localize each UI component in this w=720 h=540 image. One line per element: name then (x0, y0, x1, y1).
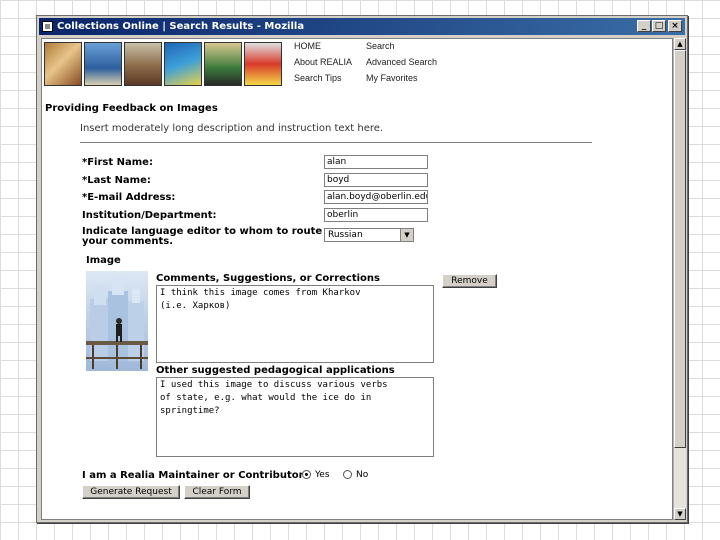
banner-tile-building (124, 42, 162, 86)
nav-search-tips-link[interactable]: Search Tips (294, 73, 342, 83)
nav-search-link[interactable]: Search (366, 41, 395, 51)
banner-tile-letter-l (164, 42, 202, 86)
yes-label: Yes (315, 470, 330, 480)
language-editor-label-cont: your comments. (82, 236, 173, 247)
maintainer-question: I am a Realia Maintainer or Contributor … (82, 470, 312, 481)
pedagogical-label: Other suggested pedagogical applications (156, 365, 395, 376)
generate-request-button[interactable]: Generate Request (82, 485, 180, 499)
email-label: *E-mail Address: (82, 192, 176, 203)
title-bar: Collections Online | Search Results - Mo… (39, 18, 685, 35)
nav-about-link[interactable]: About REALIA (294, 57, 352, 67)
browser-window: Collections Online | Search Results - Mo… (36, 15, 688, 523)
banner-tile-athlete (204, 42, 242, 86)
window-title: Collections Online | Search Results - Mo… (57, 21, 305, 32)
vertical-scrollbar[interactable]: ▲ ▼ (673, 38, 686, 520)
remove-button[interactable]: Remove (442, 274, 497, 288)
banner-tile-street-sign (84, 42, 122, 86)
nav-advanced-search-link[interactable]: Advanced Search (366, 57, 437, 67)
no-label: No (356, 470, 369, 480)
maximize-button[interactable]: □ (652, 20, 666, 32)
language-editor-select[interactable]: Russian ▼ (324, 228, 414, 242)
scrollbar-thumb[interactable] (674, 50, 686, 448)
last-name-field[interactable]: boyd (324, 173, 428, 187)
arrow-up-icon[interactable]: ▲ (674, 38, 686, 50)
email-field[interactable]: alan.boyd@oberlin.edu (324, 190, 428, 204)
nav-my-favorites-link[interactable]: My Favorites (366, 73, 418, 83)
comments-label: Comments, Suggestions, or Corrections (156, 273, 380, 284)
no-radio[interactable] (343, 470, 352, 479)
last-name-label: *Last Name: (82, 175, 151, 186)
yes-radio[interactable] (302, 470, 311, 479)
chevron-down-icon[interactable]: ▼ (400, 229, 413, 241)
pedagogical-textarea[interactable]: I used this image to discuss various ver… (156, 377, 434, 457)
comments-textarea[interactable]: I think this image comes from Kharkov (i… (156, 285, 434, 363)
banner-tile-letter (44, 42, 82, 86)
ice-sculpture-thumbnail[interactable] (86, 271, 148, 371)
realia-banner (42, 39, 282, 89)
nav-home-link[interactable]: HOME (294, 41, 321, 51)
first-name-label: *First Name: (82, 157, 153, 168)
close-button[interactable]: × (668, 20, 682, 32)
minimize-button[interactable]: _ (637, 20, 651, 32)
app-icon (42, 21, 53, 32)
intro-text: Insert moderately long description and i… (80, 123, 384, 134)
first-name-field[interactable]: alan (324, 155, 428, 169)
clear-form-button[interactable]: Clear Form (184, 485, 250, 499)
divider (80, 142, 592, 144)
image-label: Image (86, 255, 121, 266)
institution-field[interactable]: oberlin (324, 208, 428, 222)
banner-tile-road-sign (244, 42, 282, 86)
page-content: HOME Search About REALIA Advanced Search… (41, 38, 673, 520)
arrow-down-icon[interactable]: ▼ (674, 508, 686, 520)
page-title: Providing Feedback on Images (45, 103, 218, 114)
language-editor-value: Russian (328, 230, 363, 240)
institution-label: Institution/Department: (82, 210, 217, 221)
